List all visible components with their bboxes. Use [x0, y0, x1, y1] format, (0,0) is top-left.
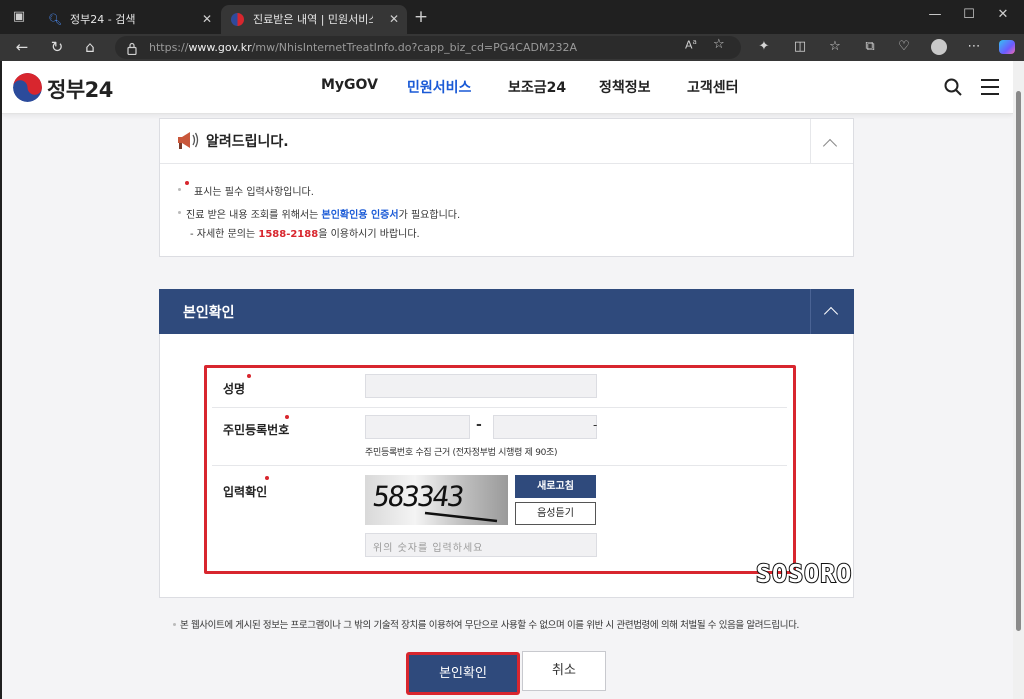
collections-icon[interactable]: ⧉ — [859, 37, 881, 57]
tab-actions-icon[interactable]: ▣ — [8, 7, 30, 27]
browser-essentials-icon[interactable]: ♡ — [893, 37, 915, 57]
split-screen-icon[interactable]: ◫ — [789, 37, 811, 57]
required-dot — [185, 181, 189, 185]
lock-icon — [127, 40, 137, 56]
notice-line-contact: - 자세한 문의는 1588-2188을 이용하시기 바랍니다. — [190, 229, 420, 240]
notice-line-required: 표시는 필수 입력사항입니다. — [194, 187, 314, 198]
menu-mygov[interactable]: MyGOV — [321, 77, 378, 93]
divider — [810, 119, 811, 164]
extensions-icon[interactable]: ✦ — [753, 37, 775, 57]
notice-header[interactable]: 알려드립니다. — [160, 119, 853, 164]
browser-tab-active[interactable]: 진료받은 내역 | 민원서비스 | 정부 ✕ — [221, 5, 407, 34]
hamburger-menu-icon[interactable] — [981, 79, 999, 95]
new-tab-icon[interactable]: + — [410, 7, 432, 27]
menu-subsidy24[interactable]: 보조금24 — [508, 77, 566, 97]
notice-title: 알려드립니다. — [206, 134, 289, 150]
url-text: https://www.gov.kr/mw/NhisInternetTreatI… — [149, 41, 577, 54]
confirm-identity-button[interactable]: 본인확인 — [409, 655, 517, 692]
menu-policy-info[interactable]: 정책정보 — [599, 77, 651, 97]
highlight-box — [204, 365, 796, 574]
home-icon[interactable]: ⌂ — [77, 36, 103, 58]
verify-form-panel: 성명 주민등록번호 - - 주민등록번호 수집 근거 (전자정부법 시행령 제 … — [159, 334, 854, 598]
close-window-icon[interactable]: ✕ — [980, 0, 1024, 34]
site-logo-text[interactable]: 정부24 — [47, 74, 113, 104]
divider — [810, 289, 811, 334]
tab-title: 진료받은 내역 | 민원서비스 | 정부 — [253, 13, 373, 26]
back-icon[interactable]: ← — [9, 36, 35, 58]
refresh-icon[interactable]: ↻ — [44, 36, 70, 58]
notice-line-certificate: 진료 받은 내용 조회를 위해서는 본인확인용 인증서가 필요합니다. — [186, 210, 461, 221]
collapse-chevron-icon[interactable] — [823, 306, 839, 322]
site-header: 정부24 MyGOV 민원서비스 보조금24 정책정보 고객센터 — [2, 61, 1013, 114]
search-favicon-icon: 🔍︎ — [48, 13, 62, 26]
page-scrollbar[interactable] — [1013, 61, 1024, 699]
verify-section-title: 본인확인 — [183, 305, 235, 321]
tab-title: 정부24 - 검색 — [70, 13, 136, 26]
read-aloud-icon[interactable]: Aa — [685, 38, 697, 52]
gov-logo-icon[interactable] — [13, 73, 42, 102]
close-tab-icon[interactable]: ✕ — [389, 5, 399, 34]
collapse-chevron-icon[interactable] — [822, 138, 838, 154]
copilot-icon[interactable] — [996, 37, 1018, 57]
more-menu-icon[interactable]: ⋯ — [963, 37, 985, 57]
watermark-text: SOSORO — [755, 558, 853, 589]
notice-panel: 알려드립니다. 표시는 필수 입력사항입니다. 진료 받은 내용 조회를 위해서… — [159, 118, 854, 257]
copyright-notice: 본 웹사이트에 게시된 정보는 프로그램이나 그 밖의 기술적 장치를 이용하여… — [180, 620, 800, 631]
search-icon[interactable] — [943, 77, 963, 97]
browser-tab-bar: ▣ 🔍︎ 정부24 - 검색 ✕ 진료받은 내역 | 민원서비스 | 정부 ✕ … — [0, 0, 1024, 34]
profile-avatar-icon[interactable] — [928, 37, 950, 57]
favorite-star-icon[interactable]: ☆ — [713, 37, 725, 52]
megaphone-icon — [176, 129, 200, 151]
cancel-button[interactable]: 취소 — [522, 651, 606, 691]
menu-civil-service[interactable]: 민원서비스 — [407, 77, 471, 97]
address-bar[interactable]: https://www.gov.kr/mw/NhisInternetTreatI… — [115, 36, 741, 59]
menu-customer-center[interactable]: 고객센터 — [687, 77, 739, 97]
verify-section-header[interactable]: 본인확인 — [159, 289, 854, 334]
scrollbar-thumb[interactable] — [1016, 91, 1021, 631]
gov-favicon-icon — [231, 13, 244, 26]
close-tab-icon[interactable]: ✕ — [202, 5, 212, 34]
bullet — [178, 211, 181, 214]
page-viewport: 정부24 MyGOV 민원서비스 보조금24 정책정보 고객센터 알려드립니다. — [2, 61, 1013, 699]
browser-toolbar: ← ↻ ⌂ https://www.gov.kr/mw/NhisInternet… — [0, 34, 1024, 61]
bullet — [178, 188, 181, 191]
favorites-icon[interactable]: ☆ — [824, 37, 846, 57]
browser-tab-search[interactable]: 🔍︎ 정부24 - 검색 ✕ — [38, 5, 220, 34]
bullet — [173, 623, 176, 626]
